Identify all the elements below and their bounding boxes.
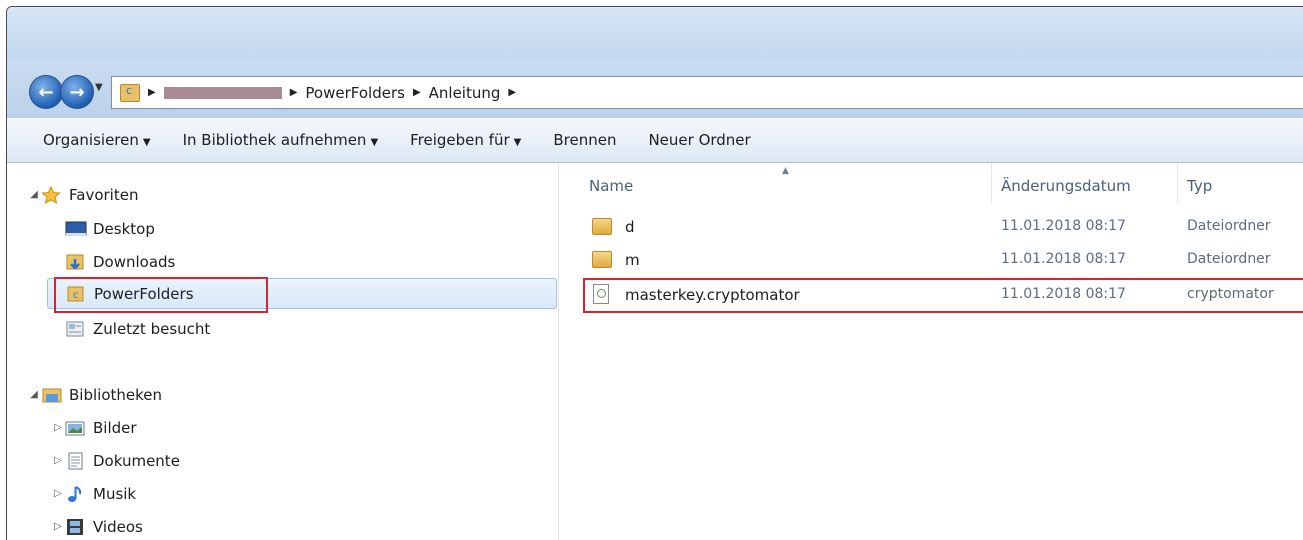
sidebar-libraries-label: Bibliotheken [69,385,162,404]
file-date: 11.01.2018 08:17 [1001,218,1126,234]
column-divider[interactable] [991,163,992,203]
chevron-down-icon: ▼ [513,137,522,148]
file-name: d [625,218,635,236]
sidebar-item-videos[interactable]: ▷ Videos [51,511,551,540]
command-bar: Organisieren ▼ In Bibliothek aufnehmen ▼ F… [7,118,1303,163]
back-button[interactable]: ← [29,75,63,109]
file-row-d[interactable]: d 11.01.2018 08:17 Dateiordner [589,212,1303,242]
include-library-label: In Bibliothek aufnehmen [182,131,367,149]
file-date: 11.01.2018 08:17 [1001,251,1126,267]
recent-pages-dropdown[interactable]: ▼ [95,82,103,93]
desktop-icon [65,220,87,238]
sidebar-item-label: Musik [93,484,137,503]
file-name: m [625,251,640,269]
file-type: Dateiordner [1187,218,1271,234]
organize-label: Organisieren [43,131,139,149]
breadcrumb-powerfolders[interactable]: PowerFolders [305,84,405,102]
sidebar-item-musik[interactable]: ▷ Musik [51,478,551,509]
sidebar-favorites-header[interactable]: ◢ Favoriten [27,179,547,210]
column-divider[interactable] [1177,163,1178,203]
share-with-label: Freigeben für [410,131,510,149]
arrow-left-icon: ← [38,81,54,103]
chevron-right-icon[interactable]: ▶ [148,87,156,98]
sidebar-item-label: Dokumente [93,451,180,470]
file-row-m[interactable]: m 11.01.2018 08:17 Dateiordner [589,245,1303,275]
file-list[interactable]: ▲ Name Änderungsdatum Typ d 11.01.2018 0… [559,163,1303,540]
sidebar-item-label: Zuletzt besucht [93,319,211,338]
highlight-box-powerfolders [54,277,268,313]
sidebar-item-label: Bilder [93,418,137,437]
collapsed-triangle-icon[interactable]: ▷ [51,455,65,466]
videos-icon [65,518,85,536]
sidebar-favorites-label: Favoriten [69,185,139,204]
include-library-button[interactable]: In Bibliothek aufnehmen ▼ [183,131,379,149]
sidebar-item-label: Videos [93,517,143,536]
chevron-down-icon: ▼ [370,137,379,148]
downloads-folder-icon [65,253,85,271]
highlight-box-masterkey [583,278,1303,313]
pictures-icon [65,419,85,437]
collapsed-triangle-icon[interactable]: ▷ [51,521,65,532]
file-type: Dateiordner [1187,251,1271,267]
sidebar-item-downloads[interactable]: Downloads [65,246,555,277]
music-icon [65,485,85,503]
address-bar-area: ← → ▼ ▶ ▶ PowerFolders ▶ Anleitung ▶ [7,60,1303,118]
sort-ascending-icon: ▲ [782,166,789,176]
new-folder-button[interactable]: Neuer Ordner [648,131,750,149]
expanded-triangle-icon[interactable]: ◢ [27,189,41,200]
chevron-right-icon[interactable]: ▶ [413,87,421,98]
collapsed-triangle-icon[interactable]: ▷ [51,488,65,499]
documents-icon [65,452,85,470]
sidebar-item-dokumente[interactable]: ▷ Dokumente [51,445,551,476]
chevron-right-icon[interactable]: ▶ [290,87,298,98]
breadcrumb-anleitung[interactable]: Anleitung [429,84,501,102]
share-with-button[interactable]: Freigeben für ▼ [410,131,521,149]
star-icon [41,185,61,204]
content-area: ◢ Favoriten Desktop Downloads c PowerFol… [7,163,1303,540]
sidebar-item-bilder[interactable]: ▷ Bilder [51,412,551,443]
burn-button[interactable]: Brennen [553,131,616,149]
libraries-icon [41,386,62,404]
folder-icon [592,251,612,268]
column-header-date[interactable]: Änderungsdatum [1001,177,1131,195]
chevron-right-icon[interactable]: ▶ [508,87,516,98]
title-bar [7,7,1303,60]
collapsed-triangle-icon[interactable]: ▷ [51,422,65,433]
column-header-type[interactable]: Typ [1187,177,1212,195]
recent-places-icon [65,320,85,338]
sidebar-item-label: Desktop [93,219,155,238]
organize-button[interactable]: Organisieren ▼ [43,131,151,149]
powerfolders-icon [120,83,140,102]
sidebar-item-label: Downloads [93,252,176,271]
sidebar-item-desktop[interactable]: Desktop [65,213,555,244]
expanded-triangle-icon[interactable]: ◢ [27,389,41,400]
explorer-window: ← → ▼ ▶ ▶ PowerFolders ▶ Anleitung ▶ Org… [6,6,1303,540]
chevron-down-icon: ▼ [142,137,151,148]
column-header-name[interactable]: Name [589,177,633,195]
sidebar-libraries-header[interactable]: ◢ Bibliotheken [27,379,547,410]
breadcrumb[interactable]: ▶ ▶ PowerFolders ▶ Anleitung ▶ [111,76,1303,109]
folder-icon [592,218,612,235]
forward-button[interactable]: → [60,75,94,109]
redacted-user-crumb[interactable] [163,86,282,99]
arrow-right-icon: → [69,81,85,103]
sidebar-item-recent[interactable]: Zuletzt besucht [65,313,555,344]
navigation-pane[interactable]: ◢ Favoriten Desktop Downloads c PowerFol… [7,163,559,540]
